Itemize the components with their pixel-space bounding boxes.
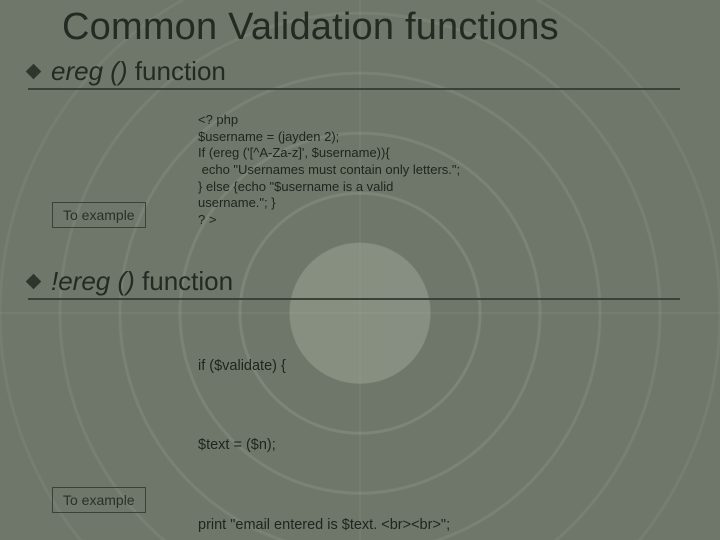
code-line: $text = ($n); — [198, 434, 678, 456]
code-line: if ($validate) { — [198, 355, 678, 377]
heading-suffix-1: function — [128, 56, 226, 86]
to-example-button-1[interactable]: To example — [52, 202, 146, 228]
bullet-icon — [26, 64, 42, 80]
bullet-icon — [26, 274, 42, 290]
section-not-ereg: !ereg () function — [28, 266, 680, 310]
heading-suffix-2: function — [135, 266, 233, 296]
heading-prefix-2: !ereg () — [51, 266, 135, 296]
code-line: print "email entered is $text. <br><br>"… — [198, 514, 678, 536]
to-example-button-2[interactable]: To example — [52, 487, 146, 513]
section-ereg: ereg () function — [28, 56, 680, 100]
heading-prefix-1: ereg () — [51, 56, 128, 86]
slide-title: Common Validation functions — [62, 6, 559, 49]
section-heading-2: !ereg () function — [28, 266, 680, 300]
slide: Common Validation functions ereg () func… — [0, 0, 720, 540]
code-block-2: if ($validate) { $text = ($n); print "em… — [198, 310, 678, 540]
section-heading-1: ereg () function — [28, 56, 680, 90]
code-block-1: <? php $username = (jayden 2); If (ereg … — [198, 112, 668, 228]
